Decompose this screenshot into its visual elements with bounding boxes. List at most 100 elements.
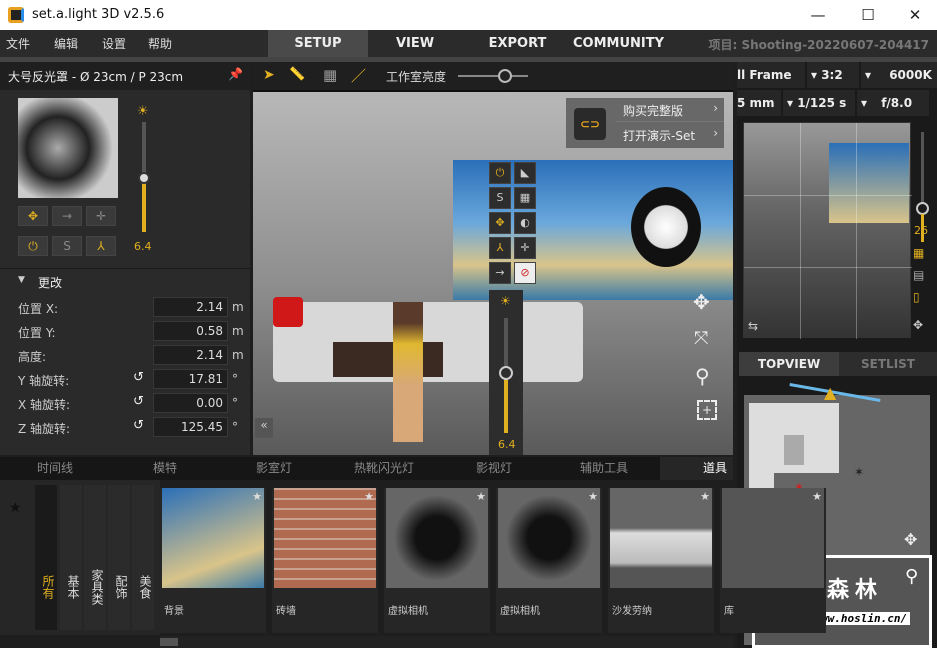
- prop-item[interactable]: ★ 背景: [160, 488, 266, 633]
- prop-item[interactable]: ★ 虚拟相机: [384, 488, 490, 633]
- focal-select[interactable]: 5 mm: [737, 90, 781, 116]
- move-icon[interactable]: →: [52, 206, 82, 226]
- pin-icon[interactable]: 📌: [228, 67, 243, 81]
- solo-button[interactable]: S: [489, 187, 511, 209]
- field-input[interactable]: 0.00: [153, 393, 228, 413]
- collapse-panel-icon[interactable]: «: [255, 418, 273, 438]
- tab-timeline[interactable]: 时间线: [37, 457, 73, 480]
- light-marker[interactable]: ✶: [854, 465, 864, 479]
- swap-icon[interactable]: ⇆: [748, 319, 758, 333]
- favorite-star-icon[interactable]: ★: [588, 490, 598, 503]
- arrows-icon[interactable]: ✛: [86, 206, 116, 226]
- zoom-icon[interactable]: ⚲: [695, 364, 710, 388]
- slider-handle[interactable]: [499, 366, 513, 380]
- shutter-select[interactable]: ▾ 1/125 s: [783, 90, 855, 116]
- tab-topview[interactable]: TOPVIEW: [739, 352, 839, 376]
- prop-item[interactable]: ★ 沙发劳纳: [608, 488, 714, 633]
- items-scrollbar[interactable]: [160, 636, 733, 648]
- tab-community[interactable]: COMMUNITY: [566, 30, 671, 57]
- favorite-star-icon[interactable]: ★: [700, 490, 710, 503]
- ratio-select[interactable]: ▾ 3:2: [807, 62, 859, 88]
- aperture-select[interactable]: ▾ f/8.0: [857, 90, 929, 116]
- favorite-star-icon[interactable]: ★: [812, 490, 822, 503]
- light-direction-icon[interactable]: ◣: [514, 162, 536, 184]
- table[interactable]: [333, 342, 443, 377]
- minimize-button[interactable]: —: [803, 4, 833, 26]
- tab-setlist[interactable]: SETLIST: [839, 352, 937, 376]
- brightness-slider[interactable]: [458, 69, 528, 83]
- tab-studio-lights[interactable]: 影室灯: [256, 457, 292, 480]
- 3d-viewport[interactable]: ➤ 📏 ▦ ／ 工作室亮度 ⊂⊃ 购买完整版 › 打开演示-Set › ⏻ ◣ S …: [253, 62, 733, 455]
- buy-full-version-link[interactable]: 购买完整版 ›: [616, 98, 724, 122]
- tab-view[interactable]: VIEW: [370, 30, 460, 57]
- favorite-star-icon[interactable]: ★: [476, 490, 486, 503]
- move-icon[interactable]: ✛: [514, 237, 536, 259]
- stand-icon[interactable]: ⅄: [489, 237, 511, 259]
- solo-button[interactable]: S: [52, 236, 82, 256]
- tab-tools[interactable]: 辅助工具: [580, 457, 628, 480]
- target-icon[interactable]: ✥: [18, 206, 48, 226]
- camera-preview[interactable]: ⇆: [743, 122, 912, 339]
- menu-file[interactable]: 文件: [6, 35, 30, 52]
- open-demo-set-link[interactable]: 打开演示-Set ›: [616, 123, 724, 147]
- light-power-slider[interactable]: ☀ 6.4: [489, 290, 523, 455]
- tab-video-lights[interactable]: 影视灯: [476, 457, 512, 480]
- modifier-icon[interactable]: ◐: [514, 212, 536, 234]
- power-icon[interactable]: ⏻: [489, 162, 511, 184]
- slider-handle[interactable]: [138, 172, 150, 184]
- pan-icon[interactable]: ✥: [913, 318, 923, 332]
- collapse-icon[interactable]: ▼: [18, 275, 25, 285]
- prop-item[interactable]: ★ 虚拟相机: [496, 488, 602, 633]
- menu-settings[interactable]: 设置: [102, 35, 126, 52]
- ruler-icon[interactable]: 📏: [289, 67, 305, 82]
- maximize-button[interactable]: ☐: [853, 4, 883, 26]
- tab-export[interactable]: EXPORT: [480, 30, 555, 57]
- field-input[interactable]: 2.14: [153, 345, 228, 365]
- reset-rotation-icon[interactable]: ↺: [133, 418, 144, 433]
- favorites-star-icon[interactable]: ★: [9, 500, 22, 516]
- field-input[interactable]: 0.58: [153, 321, 228, 341]
- category-furniture[interactable]: 家具类: [84, 485, 106, 630]
- field-input[interactable]: 2.14: [153, 297, 228, 317]
- studio-scene[interactable]: ⊂⊃ 购买完整版 › 打开演示-Set › ⏻ ◣ S ▦ ✥ ◐ ⅄ ✛ → ⊘ …: [253, 92, 733, 455]
- category-basic[interactable]: 基本: [60, 485, 82, 630]
- softbox-light[interactable]: [631, 187, 701, 267]
- close-button[interactable]: ✕: [900, 4, 930, 26]
- target-icon[interactable]: ✥: [489, 212, 511, 234]
- reset-rotation-icon[interactable]: ↺: [133, 370, 144, 385]
- move-arrows-icon[interactable]: ⤧: [694, 328, 708, 349]
- tab-models[interactable]: 模特: [153, 457, 177, 480]
- power-slider[interactable]: [138, 122, 150, 232]
- disable-icon[interactable]: ⊘: [514, 262, 536, 284]
- model[interactable]: [393, 302, 423, 442]
- favorite-star-icon[interactable]: ★: [252, 490, 262, 503]
- fit-view-icon[interactable]: +: [697, 400, 717, 420]
- camera-object[interactable]: [273, 297, 303, 327]
- pan-icon[interactable]: ✥: [693, 290, 710, 314]
- pan-icon[interactable]: ✥: [904, 530, 917, 549]
- field-input[interactable]: 17.81: [153, 369, 228, 389]
- line-icon[interactable]: ／: [351, 65, 366, 86]
- category-accessories[interactable]: 配饰: [108, 485, 130, 630]
- tab-speedlights[interactable]: 热靴闪光灯: [354, 457, 414, 480]
- slider-handle[interactable]: [498, 69, 512, 83]
- reset-rotation-icon[interactable]: ↺: [133, 394, 144, 409]
- select-tool-icon[interactable]: ➤: [263, 67, 275, 83]
- power-icon[interactable]: ⏻: [18, 236, 48, 256]
- move-arrow-icon[interactable]: →: [489, 262, 511, 284]
- field-input[interactable]: 125.45: [153, 417, 228, 437]
- category-food[interactable]: 美食: [132, 485, 154, 630]
- prop-item[interactable]: ★ 库: [720, 488, 826, 633]
- stand-icon[interactable]: ⅄: [86, 236, 116, 256]
- grid-modifier-icon[interactable]: ▦: [514, 187, 536, 209]
- histogram-icon[interactable]: ▤: [913, 268, 924, 282]
- frame-icon[interactable]: ▯: [913, 290, 920, 304]
- tab-props[interactable]: 道具: [660, 457, 733, 480]
- grid-icon[interactable]: ▦: [323, 66, 337, 84]
- category-all[interactable]: 所有: [35, 485, 57, 630]
- menu-edit[interactable]: 编辑: [54, 35, 78, 52]
- tab-setup[interactable]: SETUP: [268, 30, 368, 57]
- sensor-select[interactable]: ll Frame: [737, 62, 805, 88]
- menu-help[interactable]: 帮助: [148, 35, 172, 52]
- favorite-star-icon[interactable]: ★: [364, 490, 374, 503]
